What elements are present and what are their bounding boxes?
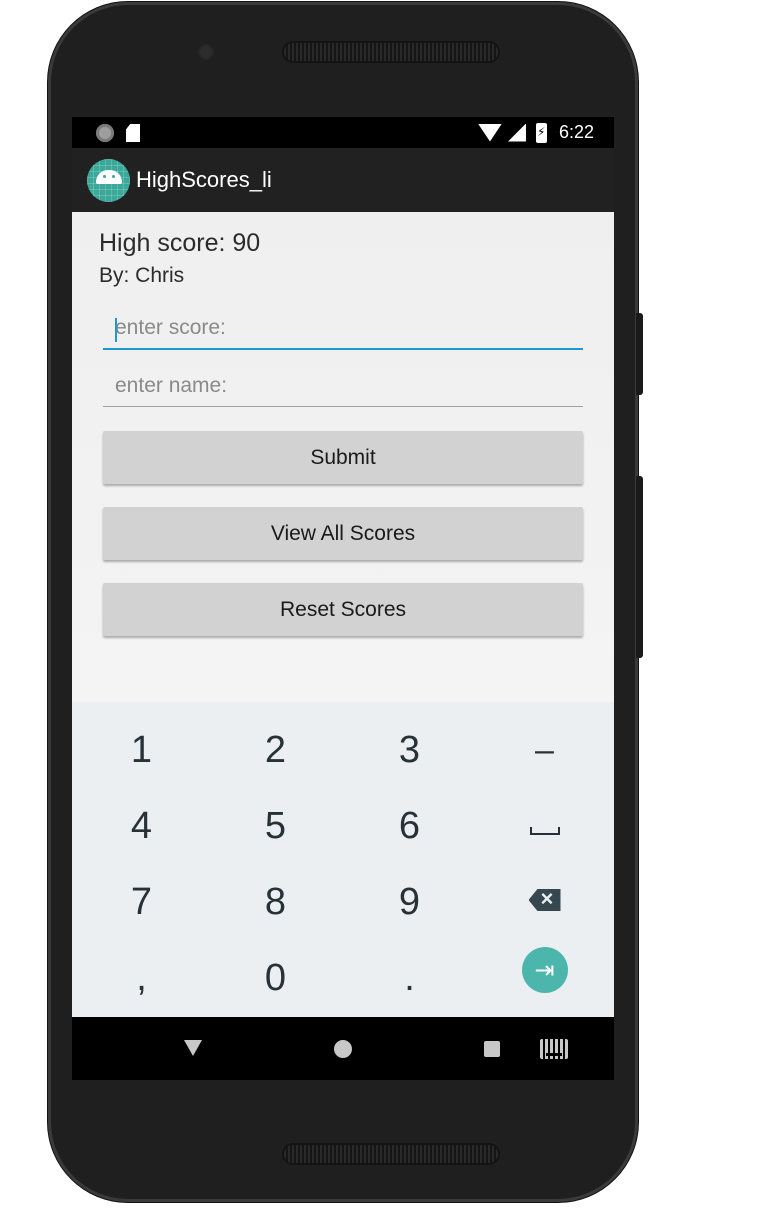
key-space[interactable] (477, 788, 612, 864)
reset-scores-button[interactable]: Reset Scores (103, 583, 583, 636)
key-3[interactable]: 3 (342, 712, 477, 788)
space-icon (529, 827, 560, 835)
key-0[interactable]: 0 (208, 940, 343, 1016)
key-1[interactable]: 1 (74, 712, 209, 788)
device-screen: 6:22 HighScores_li High score: 90 By: Ch… (72, 117, 614, 1080)
key-6[interactable]: 6 (342, 788, 477, 864)
back-icon[interactable] (184, 1040, 202, 1056)
backspace-icon (528, 889, 561, 911)
battery-charging-icon (535, 122, 547, 143)
key-dash[interactable]: – (477, 712, 612, 788)
score-input[interactable] (103, 308, 583, 350)
power-button[interactable] (636, 313, 643, 395)
next-field-icon: ⇥ (521, 947, 568, 993)
key-backspace[interactable] (477, 862, 612, 938)
volume-button[interactable] (636, 476, 643, 658)
high-score-text: High score: 90 (99, 229, 261, 257)
key-8[interactable]: 8 (208, 864, 343, 940)
name-input[interactable] (103, 365, 583, 407)
text-cursor (115, 318, 117, 342)
key-comma[interactable]: , (74, 940, 209, 1016)
key-period[interactable]: . (342, 940, 477, 1016)
key-2[interactable]: 2 (208, 712, 343, 788)
notification-dot-icon (96, 124, 114, 142)
key-9[interactable]: 9 (342, 864, 477, 940)
app-bar: HighScores_li (72, 148, 614, 212)
navigation-bar (72, 1017, 614, 1080)
app-title: HighScores_li (136, 167, 272, 192)
bottom-speaker (282, 1143, 500, 1165)
earpiece-speaker (282, 41, 500, 63)
numeric-keyboard: 1 2 3 – 4 5 6 7 8 9 , 0 . ⇥ (72, 702, 614, 1017)
signal-icon (507, 123, 526, 142)
key-next[interactable]: ⇥ (477, 932, 612, 1008)
key-7[interactable]: 7 (74, 864, 209, 940)
status-clock: 6:22 (558, 122, 594, 142)
home-icon[interactable] (334, 1040, 352, 1058)
front-camera (198, 44, 214, 60)
key-4[interactable]: 4 (74, 788, 209, 864)
keyboard-switch-icon[interactable] (540, 1039, 568, 1059)
status-bar: 6:22 (72, 117, 614, 148)
android-app-icon (87, 159, 130, 202)
sd-card-icon (126, 124, 140, 142)
main-content: High score: 90 By: Chris Submit View All… (72, 212, 614, 702)
view-all-scores-button[interactable]: View All Scores (103, 507, 583, 560)
wifi-icon (477, 123, 502, 142)
key-5[interactable]: 5 (208, 788, 343, 864)
recents-icon[interactable] (484, 1041, 500, 1057)
submit-button[interactable]: Submit (103, 431, 583, 484)
high-score-owner: By: Chris (99, 264, 185, 287)
